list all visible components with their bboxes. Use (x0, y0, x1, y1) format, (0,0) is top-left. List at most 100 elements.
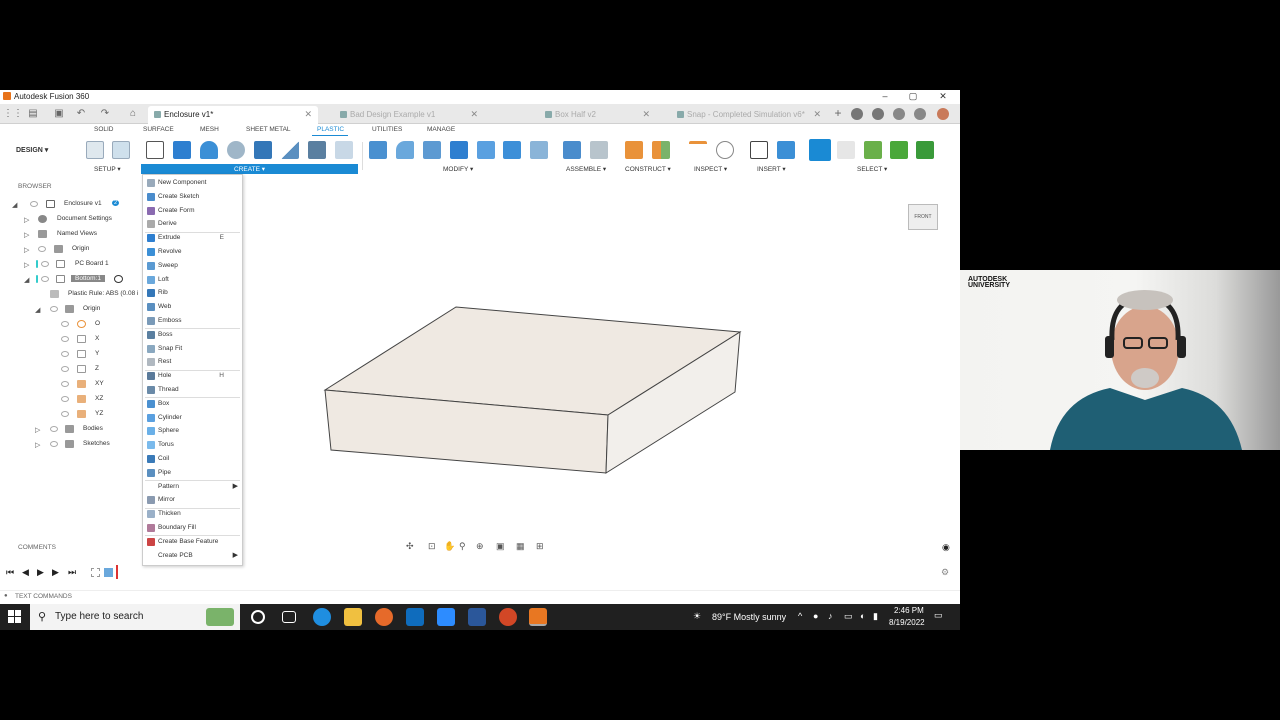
web-icon[interactable] (281, 141, 299, 159)
menu-item-mirror[interactable]: Mirror (143, 494, 242, 507)
tree-item-bodies[interactable]: ▷ Bodies (0, 423, 142, 437)
powerpoint-icon[interactable] (499, 608, 517, 626)
menu-item-box[interactable]: Box (143, 398, 242, 411)
tree-item-plastic-rule[interactable]: Plastic Rule: ABS (0.08 i (0, 288, 142, 302)
tab-plastic[interactable]: PLASTIC (317, 126, 344, 133)
expand-arrow-icon[interactable]: ▷ (24, 246, 29, 254)
menu-item-torus[interactable]: Torus (143, 439, 242, 452)
select-cursor-icon[interactable] (809, 139, 831, 161)
green-body-icon[interactable] (864, 141, 882, 159)
go-to-end-icon[interactable]: ⏭ (68, 567, 76, 578)
comment-toggle-icon[interactable]: ◉ (942, 542, 950, 553)
menu-item-new-component[interactable]: New Component (143, 177, 242, 190)
close-tab-icon[interactable]: ✕ (642, 109, 650, 120)
menu-item-create-base-feature[interactable]: Create Base Feature (143, 536, 242, 549)
press-pull-icon[interactable] (369, 141, 387, 159)
menu-item-rest[interactable]: Rest (143, 356, 242, 369)
menu-item-create-pcb[interactable]: Create PCB ▶ (143, 550, 242, 563)
comments-panel-label[interactable]: COMMENTS (18, 544, 56, 551)
visibility-eye-icon[interactable] (61, 336, 69, 342)
tab-bad-design-example[interactable]: Bad Design Example v1 ✕ (334, 106, 484, 124)
viewcube-front-face[interactable]: FRONT (908, 204, 938, 230)
look-at-icon[interactable]: ⊡ (428, 541, 436, 552)
tab-enclosure[interactable]: Enclosure v1* ✕ (148, 106, 318, 124)
menu-item-pipe[interactable]: Pipe (143, 467, 242, 480)
rib-icon[interactable] (254, 141, 272, 159)
menu-item-hole[interactable]: Hole H (143, 370, 242, 383)
insert-image-icon[interactable] (777, 141, 795, 159)
model-canvas[interactable] (243, 174, 960, 594)
menu-item-sweep[interactable]: Sweep (143, 260, 242, 273)
network-icon[interactable]: ▭ (844, 611, 853, 637)
visibility-eye-icon[interactable] (50, 426, 58, 432)
chamfer-icon[interactable] (423, 141, 441, 159)
create-sketch-icon[interactable] (146, 141, 164, 159)
tree-item-named-views[interactable]: ▷ Named Views (0, 228, 142, 242)
menu-item-derive[interactable]: Derive (143, 218, 242, 231)
expand-arrow-icon[interactable]: ▷ (24, 231, 29, 239)
visibility-eye-icon[interactable] (30, 201, 38, 207)
task-view-icon[interactable] (282, 611, 296, 623)
tree-item-pc-board[interactable]: ▷ PC Board 1 (0, 258, 142, 272)
fit-icon[interactable]: ⊕ (476, 541, 484, 552)
collapse-arrow-icon[interactable]: ◢ (24, 276, 29, 284)
split-body-icon[interactable] (477, 141, 495, 159)
menu-item-create-form[interactable]: Create Form (143, 205, 242, 218)
construct-menu[interactable]: CONSTRUCT ▾ (625, 165, 671, 173)
speaker-icon[interactable]: ◐ (860, 611, 865, 637)
activate-radio-icon[interactable] (114, 275, 123, 283)
timeline-marker[interactable] (116, 565, 118, 579)
taskbar-search-input[interactable]: ⚲ Type here to search (30, 604, 240, 630)
visibility-eye-icon[interactable] (41, 261, 49, 267)
3d-viewport[interactable] (243, 174, 960, 594)
menu-item-thread[interactable]: Thread (143, 384, 242, 397)
tab-box-half[interactable]: Box Half v2 ✕ (539, 106, 656, 124)
new-tab-icon[interactable]: + (831, 106, 845, 120)
visibility-eye-icon[interactable] (41, 276, 49, 282)
help-icon[interactable] (914, 108, 926, 120)
file-explorer-icon[interactable] (344, 608, 362, 626)
tab-manage[interactable]: MANAGE (427, 126, 455, 133)
tray-app-icon[interactable]: ● (813, 611, 818, 637)
tree-item-origin[interactable]: ▷ Origin (0, 243, 142, 257)
tree-item-xy-plane[interactable]: XY (0, 378, 142, 392)
tree-item-document-settings[interactable]: ▷ Document Settings (0, 213, 142, 227)
create-menu-button[interactable]: CREATE ▾ (141, 164, 358, 174)
outlook-icon[interactable] (406, 608, 424, 626)
extrude-icon[interactable] (173, 141, 191, 159)
tab-snap-simulation[interactable]: Snap - Completed Simulation v6* ✕ (671, 106, 827, 124)
menu-item-web[interactable]: Web (143, 301, 242, 314)
expand-arrow-icon[interactable]: ▷ (24, 261, 29, 269)
firefox-icon[interactable] (375, 608, 393, 626)
fusion-taskbar-icon[interactable] (529, 608, 547, 626)
visibility-eye-icon[interactable] (38, 246, 46, 252)
pan-icon[interactable]: ✋ (444, 541, 455, 552)
collapse-arrow-icon[interactable]: ◢ (35, 306, 40, 314)
zoom-icon[interactable]: ⚲ (459, 541, 466, 552)
shell-icon[interactable] (450, 141, 468, 159)
cortana-icon[interactable] (251, 610, 265, 624)
menu-item-cylinder[interactable]: Cylinder (143, 412, 242, 425)
tab-utilities[interactable]: UTILITIES (372, 126, 402, 133)
visibility-eye-icon[interactable] (50, 306, 58, 312)
viewcube[interactable]: FRONT (906, 198, 942, 232)
appearance-cube-icon[interactable] (837, 141, 855, 159)
offset-plane-icon[interactable] (625, 141, 643, 159)
tree-item-z-axis[interactable]: Z (0, 363, 142, 377)
battery-icon[interactable]: ▮ (873, 611, 878, 637)
visibility-eye-icon[interactable] (61, 321, 69, 327)
midplane-icon[interactable] (652, 141, 670, 159)
tree-item-yz-plane[interactable]: YZ (0, 408, 142, 422)
draft-icon[interactable] (503, 141, 521, 159)
inspect-menu[interactable]: INSPECT ▾ (694, 165, 727, 173)
sweep-icon[interactable] (227, 141, 245, 159)
visibility-eye-icon[interactable] (61, 366, 69, 372)
viewports-icon[interactable]: ⊞ (536, 541, 544, 552)
go-to-start-icon[interactable]: ⏮ (6, 567, 14, 578)
timeline-feature[interactable] (91, 565, 118, 579)
step-forward-icon[interactable]: ▶ (52, 567, 59, 578)
insert-menu[interactable]: INSERT ▾ (757, 165, 786, 173)
close-button[interactable]: ✕ (936, 91, 950, 102)
revolve-icon[interactable] (200, 141, 218, 159)
expand-arrow-icon[interactable]: ▷ (35, 426, 40, 434)
